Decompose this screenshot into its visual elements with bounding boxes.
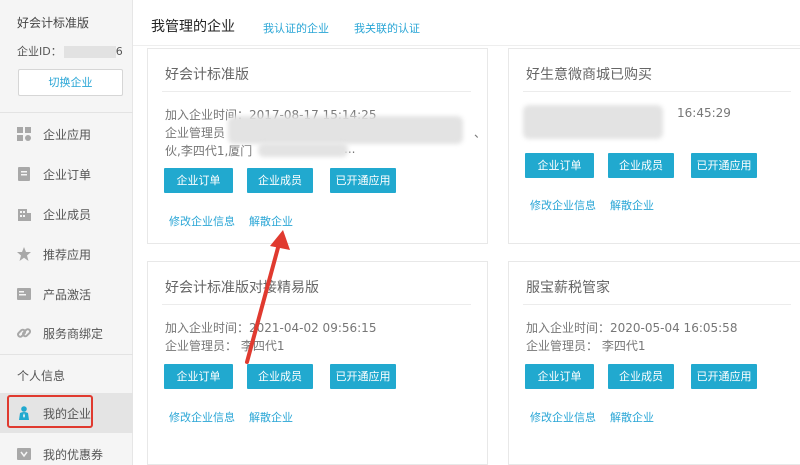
sidebar-item-label: 企业应用 xyxy=(43,127,92,142)
sidebar-item-enterprise-members[interactable]: 企业成员 xyxy=(0,194,133,234)
card-title: 好生意微商城已购买 xyxy=(526,67,652,83)
enterprise-members-button[interactable]: 企业成员 xyxy=(247,168,313,193)
edit-enterprise-link[interactable]: 修改企业信息 xyxy=(530,197,596,213)
enterprise-members-button[interactable]: 企业成员 xyxy=(608,364,674,389)
personal-info-section: 个人信息 xyxy=(17,369,66,383)
admin-info: 企业管理员： 李四代1 xyxy=(165,339,285,353)
join-time: 加入企业时间：2021-04-02 09:56:15 xyxy=(165,321,377,335)
activated-apps-button[interactable]: 已开通应用 xyxy=(330,364,396,389)
grid-icon xyxy=(17,127,31,141)
building-icon xyxy=(17,207,31,221)
dissolve-enterprise-link[interactable]: 解散企业 xyxy=(249,409,293,425)
join-time: 加入企业时间：2020-05-04 16:05:58 xyxy=(526,321,738,335)
star-icon xyxy=(17,247,31,261)
tab-related-certifications[interactable]: 我关联的认证 xyxy=(354,20,420,36)
dissolve-enterprise-link[interactable]: 解散企业 xyxy=(610,409,654,425)
edit-enterprise-link[interactable]: 修改企业信息 xyxy=(169,213,235,229)
admin-names: 伙,李四代1,厦门 xyxy=(165,144,253,158)
enterprise-card: 好会计标准版 加入企业时间：2017-08-17 15:14:25 企业管理员 … xyxy=(147,48,488,244)
sidebar-item-label: 我的优惠券 xyxy=(43,447,104,462)
dissolve-enterprise-link[interactable]: 解散企业 xyxy=(610,197,654,213)
card-divider xyxy=(162,91,471,92)
sidebar-item-enterprise-apps[interactable]: 企业应用 xyxy=(0,114,133,154)
sidebar-title: 好会计标准版 xyxy=(17,16,90,30)
enterprise-orders-button[interactable]: 企业订单 xyxy=(164,168,233,193)
sidebar-item-label: 服务商绑定 xyxy=(43,326,104,341)
card-title: 服宝薪税管家 xyxy=(526,280,610,296)
enterprise-card: 好生意微商城已购买 16:45:29 企业订单 企业成员 已开通应用 修改企业信… xyxy=(508,48,800,244)
annotation-highlight-box xyxy=(7,395,93,428)
tab-certified-enterprises[interactable]: 我认证的企业 xyxy=(263,20,329,36)
link-icon xyxy=(17,326,31,340)
sidebar-item-label: 企业成员 xyxy=(43,207,92,222)
card-divider xyxy=(523,304,791,305)
card-divider xyxy=(523,91,791,92)
sidebar-item-recommended-apps[interactable]: 推荐应用 xyxy=(0,234,133,274)
activated-apps-button[interactable]: 已开通应用 xyxy=(691,153,757,178)
redacted-area xyxy=(258,143,348,157)
sidebar-divider xyxy=(0,354,133,355)
join-time: 16:45:29 xyxy=(677,106,731,120)
enterprise-id: 企业ID： 6 xyxy=(17,43,123,59)
sidebar-item-product-activation[interactable]: 产品激活 xyxy=(0,274,133,314)
enterprise-id-label: 企业ID： xyxy=(17,45,62,58)
header-tabs: 我管理的企业 我认证的企业 我关联的认证 xyxy=(133,0,800,46)
card-divider xyxy=(162,304,471,305)
coupon-icon xyxy=(17,447,31,461)
enterprise-id-mask xyxy=(63,46,116,58)
sidebar-item-my-coupons[interactable]: 我的优惠券 xyxy=(0,434,133,465)
enterprise-members-button[interactable]: 企业成员 xyxy=(608,153,674,178)
sidebar-item-label: 产品激活 xyxy=(43,287,92,302)
enterprise-card: 好会计标准版对接精易版 加入企业时间：2021-04-02 09:56:15 企… xyxy=(147,261,488,465)
admin-label: 企业管理员 xyxy=(165,126,226,140)
enterprise-card: 服宝薪税管家 加入企业时间：2020-05-04 16:05:58 企业管理员：… xyxy=(508,261,800,465)
activated-apps-button[interactable]: 已开通应用 xyxy=(691,364,757,389)
sidebar-item-service-binding[interactable]: 服务商绑定 xyxy=(0,313,133,353)
admin-separator: 、 xyxy=(474,126,487,140)
card-title: 好会计标准版 xyxy=(165,67,249,83)
redacted-area xyxy=(228,116,463,144)
enterprise-id-tail: 6 xyxy=(115,45,123,58)
admin-info: 企业管理员： 李四代1 xyxy=(526,339,646,353)
document-icon xyxy=(17,167,31,181)
enterprise-members-button[interactable]: 企业成员 xyxy=(247,364,313,389)
sidebar-divider xyxy=(0,112,133,113)
dissolve-enterprise-link[interactable]: 解散企业 xyxy=(249,213,293,229)
enterprise-orders-button[interactable]: 企业订单 xyxy=(525,153,594,178)
sidebar-item-enterprise-orders[interactable]: 企业订单 xyxy=(0,154,133,194)
card-icon xyxy=(17,287,31,301)
enterprise-orders-button[interactable]: 企业订单 xyxy=(525,364,594,389)
enterprise-orders-button[interactable]: 企业订单 xyxy=(164,364,233,389)
edit-enterprise-link[interactable]: 修改企业信息 xyxy=(530,409,596,425)
activated-apps-button[interactable]: 已开通应用 xyxy=(330,168,396,193)
tab-managed-enterprises[interactable]: 我管理的企业 xyxy=(151,16,235,36)
card-title: 好会计标准版对接精易版 xyxy=(165,280,319,296)
sidebar-item-label: 推荐应用 xyxy=(43,247,92,262)
sidebar-item-label: 企业订单 xyxy=(43,167,92,182)
switch-enterprise-button[interactable]: 切换企业 xyxy=(18,69,123,96)
edit-enterprise-link[interactable]: 修改企业信息 xyxy=(169,409,235,425)
redacted-area xyxy=(523,105,663,139)
